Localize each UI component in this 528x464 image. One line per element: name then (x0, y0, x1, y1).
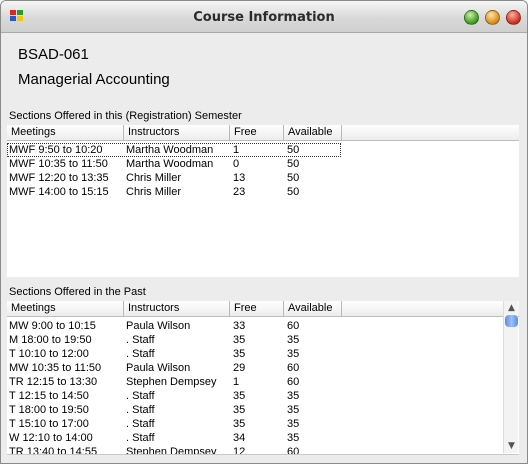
table-row[interactable]: MWF 12:20 to 13:35 Chris Miller 13 50 (7, 171, 519, 185)
cell-free: 13 (233, 172, 246, 184)
cell-meetings: MWF 9:50 to 10:20 (9, 144, 103, 156)
cell-free: 34 (233, 432, 246, 444)
window-title: Course Information (193, 10, 335, 25)
cell-free: 35 (233, 348, 246, 360)
cell-meetings: T 10:10 to 12:00 (9, 348, 89, 360)
column-header-instructors[interactable]: Instructors (124, 301, 230, 317)
cell-meetings: MW 9:00 to 10:15 (9, 320, 96, 332)
cell-free: 33 (233, 320, 246, 332)
table-row[interactable]: T 18:00 to 19:50 . Staff 35 35 (7, 403, 501, 417)
cell-instructor: Paula Wilson (126, 362, 191, 374)
column-header-available[interactable]: Available (284, 125, 342, 141)
current-sections-rows: MWF 9:50 to 10:20 Martha Woodman 1 50 MWF 10… (7, 143, 519, 277)
cell-instructor: . Staff (126, 348, 155, 360)
scrollbar-thumb[interactable] (505, 315, 518, 327)
cell-instructor: Stephen Dempsey (126, 376, 217, 388)
table-row[interactable]: MWF 9:50 to 10:20 Martha Woodman 1 50 (7, 143, 519, 157)
cell-available: 60 (287, 446, 300, 454)
column-header-available[interactable]: Available (284, 301, 342, 317)
list-header: Meetings Instructors Free Available (7, 301, 519, 317)
scroll-up-arrow-icon[interactable]: ▲ (504, 301, 519, 315)
cell-free: 1 (233, 376, 240, 388)
cell-instructor: . Staff (126, 390, 155, 402)
column-header-free[interactable]: Free (230, 125, 284, 141)
column-header-meetings[interactable]: Meetings (7, 125, 124, 141)
cell-meetings: M 18:00 to 19:50 (9, 334, 92, 346)
cell-available: 35 (287, 418, 300, 430)
table-row[interactable]: T 15:10 to 17:00 . Staff 35 35 (7, 417, 501, 431)
cell-free: 0 (233, 158, 240, 170)
cell-available: 50 (287, 158, 300, 170)
cell-meetings: T 15:10 to 17:00 (9, 418, 89, 430)
cell-meetings: MWF 14:00 to 15:15 (9, 186, 109, 198)
cell-available: 35 (287, 348, 300, 360)
column-header-instructors[interactable]: Instructors (124, 125, 230, 141)
cell-meetings: W 12:10 to 14:00 (9, 432, 93, 444)
course-name: Managerial Accounting (18, 71, 170, 88)
table-row[interactable]: W 12:10 to 14:00 . Staff 34 35 (7, 431, 501, 445)
cell-free: 35 (233, 390, 246, 402)
cell-instructor: Martha Woodman (126, 158, 214, 170)
table-row[interactable]: MWF 10:35 to 11:50 Martha Woodman 0 50 (7, 157, 519, 171)
cell-available: 50 (287, 186, 300, 198)
course-code: BSAD-061 (18, 46, 89, 63)
table-row[interactable]: T 12:15 to 14:50 . Staff 35 35 (7, 389, 501, 403)
cell-available: 60 (287, 320, 300, 332)
cell-meetings: MWF 12:20 to 13:35 (9, 172, 109, 184)
cell-instructor: Martha Woodman (126, 144, 214, 156)
cell-instructor: . Staff (126, 418, 155, 430)
table-row[interactable]: T 10:10 to 12:00 . Staff 35 35 (7, 347, 501, 361)
title-bar[interactable]: Course Information (1, 1, 527, 33)
cell-free: 12 (233, 446, 246, 454)
course-information-window: Course Information BSAD-061 Managerial A… (0, 0, 528, 464)
table-row[interactable]: M 18:00 to 19:50 . Staff 35 35 (7, 333, 501, 347)
cell-meetings: MW 10:35 to 11:50 (9, 362, 102, 374)
table-row[interactable]: TR 13:40 to 14:55 Stephen Dempsey 12 60 (7, 445, 501, 454)
cell-free: 35 (233, 334, 246, 346)
cell-free: 29 (233, 362, 246, 374)
cell-meetings: T 18:00 to 19:50 (9, 404, 89, 416)
column-header-free[interactable]: Free (230, 301, 284, 317)
cell-instructor: . Staff (126, 404, 155, 416)
cell-available: 35 (287, 404, 300, 416)
cell-available: 35 (287, 432, 300, 444)
zoom-icon[interactable] (464, 10, 479, 25)
cell-instructor: . Staff (126, 334, 155, 346)
cell-available: 50 (287, 144, 300, 156)
current-sections-list[interactable]: Meetings Instructors Free Available MWF … (7, 125, 519, 277)
cell-free: 23 (233, 186, 246, 198)
past-sections-list[interactable]: Meetings Instructors Free Available MW 9… (7, 301, 519, 455)
cell-available: 50 (287, 172, 300, 184)
cell-instructor: Paula Wilson (126, 320, 191, 332)
table-row[interactable]: MWF 14:00 to 15:15 Chris Miller 23 50 (7, 185, 519, 199)
cell-available: 35 (287, 334, 300, 346)
scroll-down-arrow-icon[interactable]: ▼ (504, 439, 519, 453)
past-sections-label: Sections Offered in the Past (9, 286, 146, 298)
column-header-meetings[interactable]: Meetings (7, 301, 124, 317)
cell-available: 60 (287, 376, 300, 388)
cell-instructor: Chris Miller (126, 186, 181, 198)
table-row[interactable]: MW 9:00 to 10:15 Paula Wilson 33 60 (7, 319, 501, 333)
cell-available: 35 (287, 390, 300, 402)
list-header: Meetings Instructors Free Available (7, 125, 519, 141)
cell-instructor: . Staff (126, 432, 155, 444)
minimize-icon[interactable] (485, 10, 500, 25)
cell-meetings: TR 13:40 to 14:55 (9, 446, 98, 454)
cell-meetings: T 12:15 to 14:50 (9, 390, 89, 402)
table-row[interactable]: TR 12:15 to 13:30 Stephen Dempsey 1 60 (7, 375, 501, 389)
cell-meetings: TR 12:15 to 13:30 (9, 376, 98, 388)
vertical-scrollbar[interactable]: ▲ ▼ (503, 301, 518, 453)
cell-instructor: Chris Miller (126, 172, 181, 184)
cell-free: 35 (233, 404, 246, 416)
cell-instructor: Stephen Dempsey (126, 446, 217, 454)
close-icon[interactable] (506, 10, 521, 25)
cell-free: 35 (233, 418, 246, 430)
past-sections-rows: MW 9:00 to 10:15 Paula Wilson 33 60 M 18:00 … (7, 319, 501, 454)
cell-available: 60 (287, 362, 300, 374)
current-sections-label: Sections Offered in this (Registration) … (9, 110, 242, 122)
cell-free: 1 (233, 144, 240, 156)
table-row[interactable]: MW 10:35 to 11:50 Paula Wilson 29 60 (7, 361, 501, 375)
cell-meetings: MWF 10:35 to 11:50 (9, 158, 108, 170)
